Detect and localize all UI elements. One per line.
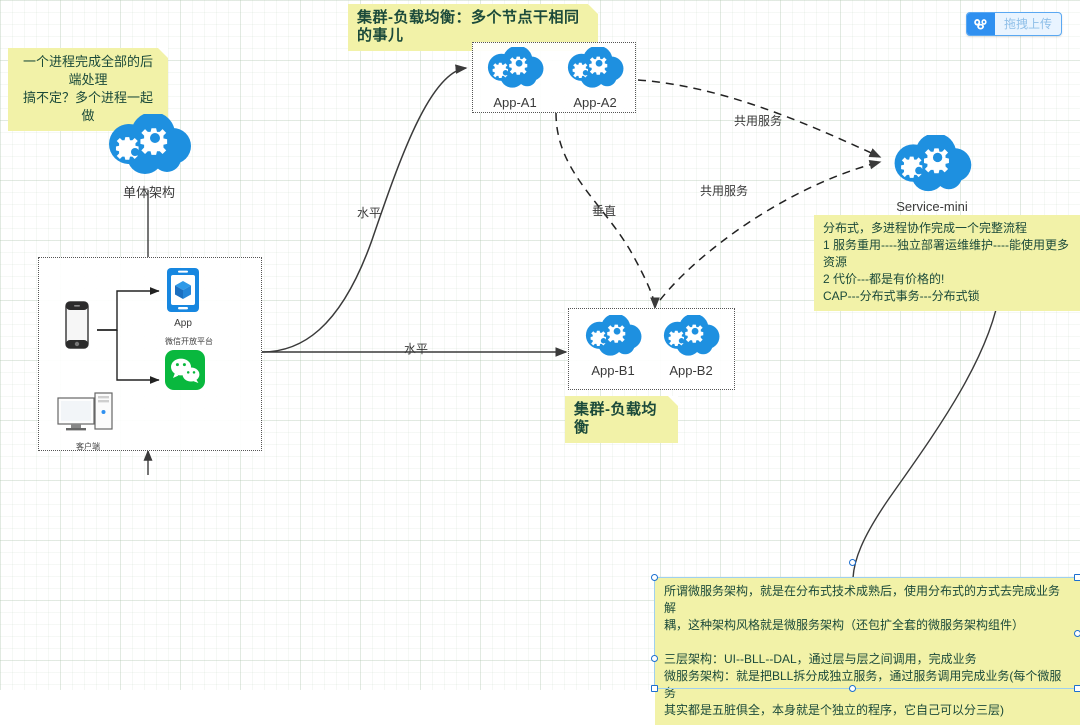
app-label: App (174, 318, 192, 329)
resize-handle-ne[interactable] (1074, 574, 1080, 581)
wechat-icon (165, 350, 205, 390)
cloud-gears-icon (585, 313, 642, 356)
edge-label-vertical: 垂直 (592, 204, 617, 218)
node-app-b2-label: App-B2 (669, 363, 713, 378)
edge-label-horizontal-mid: 水平 (404, 342, 429, 356)
note-right-distributed[interactable]: 分布式，多进程协作完成一个完整流程 1 服务重用----独立部署运维维护----… (814, 215, 1080, 311)
edge-label-shared-service-mid: 共用服务 (700, 184, 749, 198)
node-client-pc[interactable]: 客户端 (57, 392, 119, 452)
node-mono-architecture[interactable]: 单体架构 (103, 112, 195, 201)
diagram-canvas[interactable]: 拖拽上传 一个进程完成全部的后端处理 搞不定？多个进程一起做 集群-负载均衡：多… (0, 0, 1080, 725)
node-app-a1-label: App-A1 (493, 95, 537, 110)
app-a-group-box[interactable]: App-A1 App-A2 (472, 42, 636, 113)
mobile-phone-icon (65, 301, 89, 354)
upload-button[interactable]: 拖拽上传 (966, 12, 1063, 36)
cloud-gears-icon (487, 45, 544, 88)
cloud-gears-icon (567, 45, 624, 88)
node-app-a1[interactable]: App-A1 (481, 45, 549, 110)
edge-label-shared-service-top: 共用服务 (734, 114, 783, 128)
node-mono-label: 单体架构 (122, 185, 175, 200)
selection-outline (654, 577, 1080, 689)
node-app-a2-label: App-A2 (573, 95, 617, 110)
resize-handle-nw[interactable] (651, 574, 658, 581)
cloud-gears-icon (663, 313, 720, 356)
edge-label-horizontal-up: 水平 (357, 206, 382, 220)
node-app-a2[interactable]: App-A2 (561, 45, 629, 110)
app-b-group-box[interactable]: App-B1 App-B2 (568, 308, 735, 390)
upload-button-label: 拖拽上传 (1004, 17, 1053, 31)
node-service-mini[interactable]: Service-mini (888, 133, 976, 214)
app-phone-icon (167, 268, 199, 312)
client-pc-label: 客户端 (76, 442, 100, 451)
note-cluster-b[interactable]: 集群-负载均衡 (565, 396, 678, 443)
node-app[interactable]: App (163, 267, 203, 329)
rotate-handle[interactable] (849, 559, 856, 566)
client-group-box[interactable]: App 微信开放平台 客户端 (38, 257, 262, 451)
node-app-b2[interactable]: App-B2 (657, 313, 725, 378)
resize-handle-s[interactable] (849, 685, 856, 692)
node-app-b1-label: App-B1 (591, 363, 635, 378)
wechat-platform-label: 微信开放平台 (165, 337, 213, 346)
resize-handle-e[interactable] (1074, 630, 1080, 637)
resize-handle-se[interactable] (1074, 685, 1080, 692)
resize-handle-w[interactable] (651, 655, 658, 662)
baidu-cloud-icon (967, 13, 995, 35)
resize-handle-sw[interactable] (651, 685, 658, 692)
node-wechat[interactable] (165, 350, 205, 395)
desktop-computer-icon (57, 392, 113, 431)
node-app-b1[interactable]: App-B1 (579, 313, 647, 378)
cloud-gears-icon (109, 112, 191, 174)
node-service-mini-label: Service-mini (896, 199, 968, 214)
cloud-gears-icon (894, 133, 972, 192)
